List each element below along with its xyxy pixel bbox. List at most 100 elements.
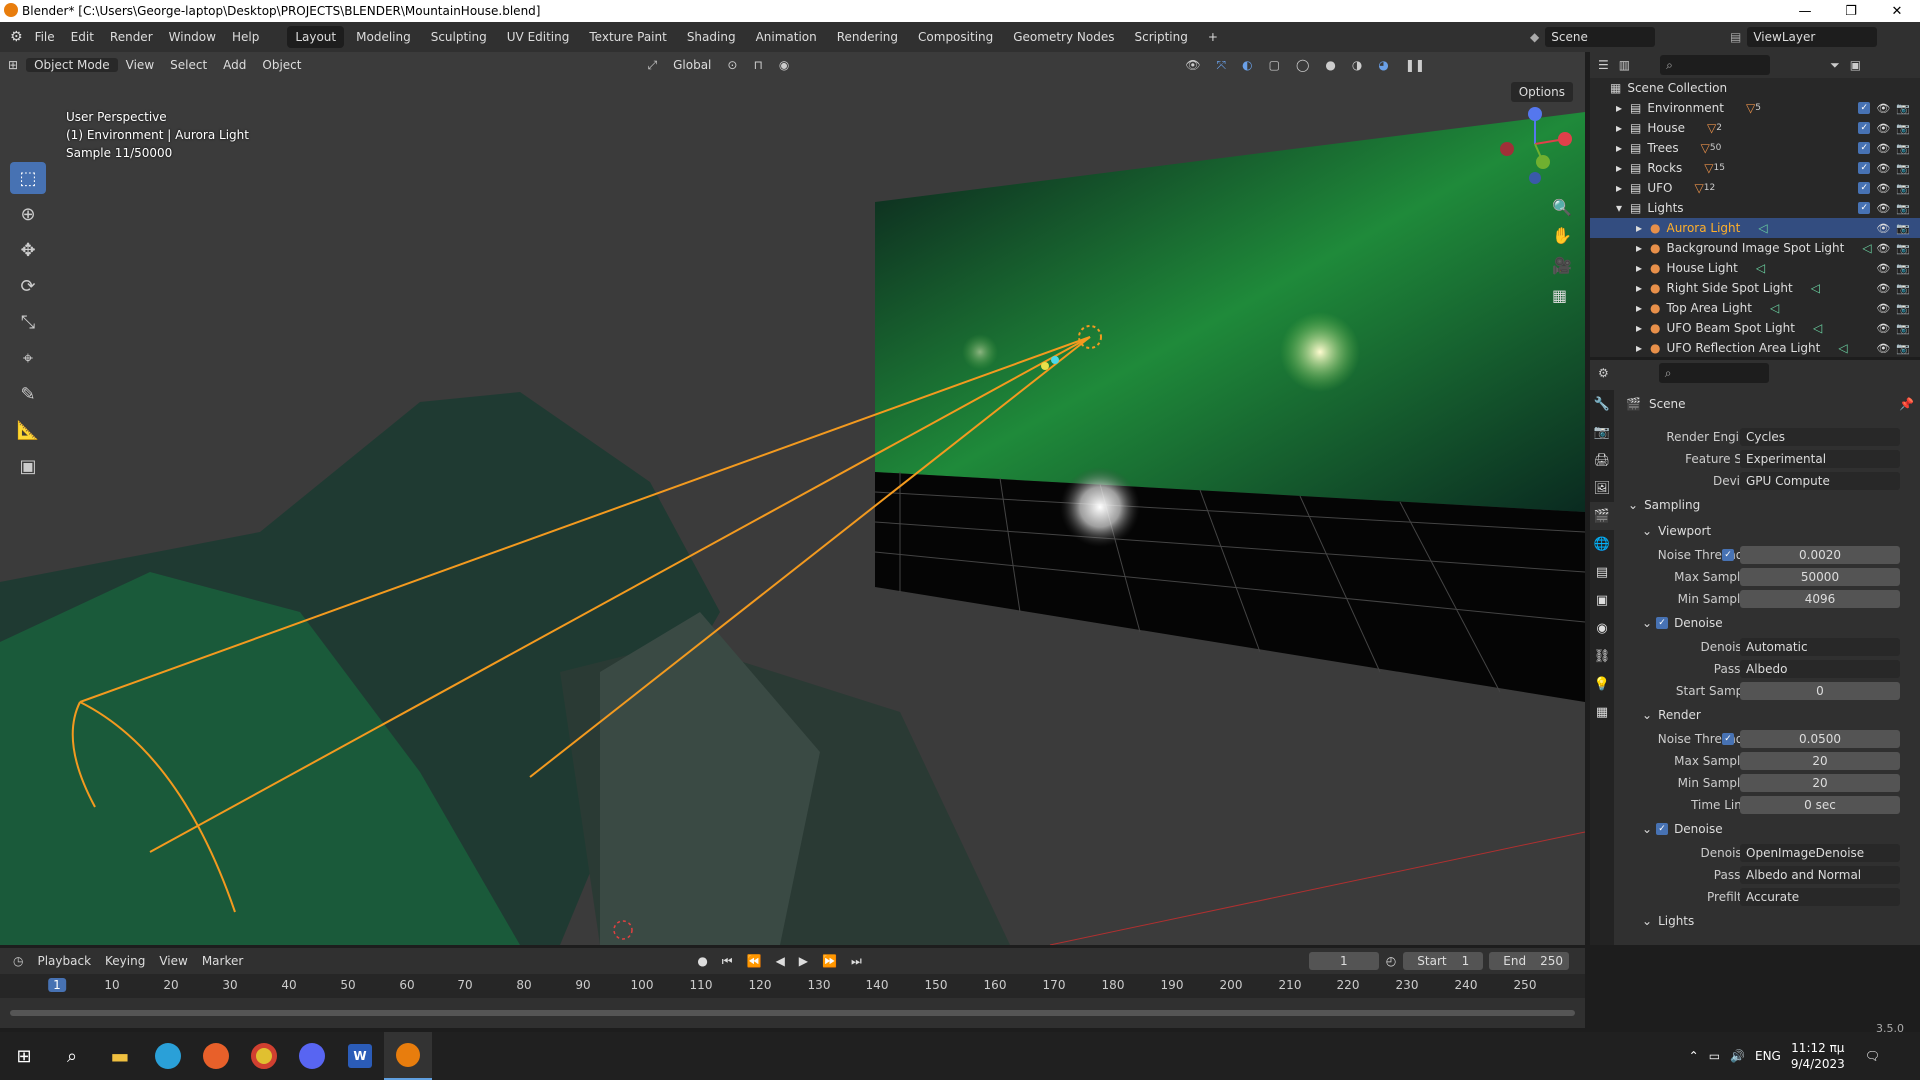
timeline-scrollbar[interactable] xyxy=(10,1010,1575,1016)
sampling-panel-header[interactable]: ⌄ Sampling xyxy=(1620,492,1920,518)
menu-window[interactable]: Window xyxy=(161,30,224,44)
shading-material-icon[interactable]: ◑ xyxy=(1344,58,1370,72)
viewport-menu-view[interactable]: View xyxy=(118,58,162,72)
properties-search-input[interactable]: ⌕ xyxy=(1658,363,1769,383)
vp-denoise-checkbox[interactable]: ✓ xyxy=(1656,617,1669,629)
exclude-checkbox[interactable]: ✓ xyxy=(1858,181,1871,194)
object-tab-icon[interactable]: ▣ xyxy=(1590,586,1614,614)
tab-texture-paint[interactable]: Texture Paint xyxy=(581,26,674,48)
properties-editor-icon[interactable]: ⚙ xyxy=(1598,366,1609,380)
camera-icon[interactable]: 📷 xyxy=(1896,242,1910,255)
transform-tool[interactable]: ⌖ xyxy=(10,342,46,374)
blender-taskbar-icon[interactable] xyxy=(384,1032,432,1080)
timeline-editor-icon[interactable]: ◷ xyxy=(6,954,30,968)
annotate-tool[interactable]: ✎ xyxy=(10,378,46,410)
expand-arrow-icon[interactable]: ▸ xyxy=(1636,321,1650,335)
end-frame-field[interactable]: End 250 xyxy=(1489,952,1570,970)
pin-icon[interactable]: 📌 xyxy=(1899,397,1914,411)
tab-compositing[interactable]: Compositing xyxy=(910,26,1001,48)
collection-tab-icon[interactable]: ▤ xyxy=(1590,558,1614,586)
vp-start-sample-field[interactable]: 0 xyxy=(1740,682,1900,700)
tab-sculpting[interactable]: Sculpting xyxy=(423,26,495,48)
outliner-editor-icon[interactable]: ☰ xyxy=(1598,58,1609,72)
vp-min-samples-field[interactable]: 4096 xyxy=(1740,590,1900,608)
gizmo-icon[interactable]: ⤧ xyxy=(1209,58,1235,73)
r-noise-checkbox[interactable]: ✓ xyxy=(1722,733,1734,745)
timeline-menu-keying[interactable]: Keying xyxy=(98,954,152,968)
outliner-row-lights[interactable]: ▾ ▤ Lights ✓ 👁 📷 xyxy=(1590,198,1920,218)
render-subpanel-header[interactable]: ⌄ Render xyxy=(1620,702,1920,728)
constraints-tab-icon[interactable]: ⛓ xyxy=(1590,642,1614,670)
expand-arrow-icon[interactable]: ▸ xyxy=(1616,181,1630,195)
tray-chevron-icon[interactable]: ⌃ xyxy=(1689,1049,1699,1063)
eye-icon[interactable]: 👁 xyxy=(1876,342,1890,355)
viewport-menu-add[interactable]: Add xyxy=(215,58,254,72)
vp-noise-checkbox[interactable]: ✓ xyxy=(1722,549,1734,561)
proportional-edit-icon[interactable]: ◉ xyxy=(771,58,797,72)
camera-icon[interactable]: 📷 xyxy=(1896,182,1910,195)
feature-set-dropdown[interactable]: Experimental xyxy=(1740,450,1900,468)
measure-tool[interactable]: 📐 xyxy=(10,414,46,446)
menu-file[interactable]: File xyxy=(27,30,63,44)
tab-scripting[interactable]: Scripting xyxy=(1126,26,1195,48)
outliner-search-input[interactable]: ⌕ xyxy=(1660,55,1771,75)
exclude-checkbox[interactable]: ✓ xyxy=(1858,161,1871,174)
clock[interactable]: 11:12 πμ 9/4/2023 xyxy=(1791,1040,1845,1072)
eye-icon[interactable]: 👁 xyxy=(1876,122,1890,135)
eye-icon[interactable]: 👁 xyxy=(1876,202,1890,215)
visibility-icon[interactable]: 👁 xyxy=(1177,58,1208,72)
jump-end-icon[interactable]: ⏭ xyxy=(844,954,869,969)
tab-geometry-nodes[interactable]: Geometry Nodes xyxy=(1005,26,1122,48)
r-min-samples-field[interactable]: 20 xyxy=(1740,774,1900,792)
r-denoise-checkbox[interactable]: ✓ xyxy=(1656,823,1669,835)
r-noise-field[interactable]: 0.0500 xyxy=(1740,730,1900,748)
outliner-row-ufo[interactable]: ▸ ▤ UFO ▽ 12 ✓ 👁 📷 xyxy=(1590,178,1920,198)
minimize-button[interactable]: — xyxy=(1782,0,1828,22)
play-reverse-icon[interactable]: ◀ xyxy=(769,954,792,968)
r-passes-dropdown[interactable]: Albedo and Normal xyxy=(1740,866,1900,884)
notification-icon[interactable]: 🗨 xyxy=(1865,1049,1880,1063)
r-time-limit-field[interactable]: 0 sec xyxy=(1740,796,1900,814)
maximize-button[interactable]: ❐ xyxy=(1828,0,1874,22)
tab-uv-editing[interactable]: UV Editing xyxy=(499,26,578,48)
device-dropdown[interactable]: GPU Compute xyxy=(1740,472,1900,490)
vp-passes-dropdown[interactable]: Albedo xyxy=(1740,660,1900,678)
expand-arrow-icon[interactable]: ▸ xyxy=(1636,341,1650,355)
volume-icon[interactable]: 🔊 xyxy=(1730,1049,1745,1063)
camera-icon[interactable]: 📷 xyxy=(1896,162,1910,175)
file-explorer-icon[interactable]: ▬ xyxy=(96,1032,144,1080)
exclude-checkbox[interactable]: ✓ xyxy=(1858,101,1871,114)
shading-rendered-icon[interactable]: ◕ xyxy=(1370,58,1396,72)
exclude-checkbox[interactable]: ✓ xyxy=(1858,121,1871,134)
lights-subpanel-header[interactable]: ⌄ Lights xyxy=(1620,908,1920,934)
r-denoiser-dropdown[interactable]: OpenImageDenoise xyxy=(1740,844,1900,862)
expand-arrow-icon[interactable]: ▸ xyxy=(1616,121,1630,135)
close-button[interactable]: ✕ xyxy=(1874,0,1920,22)
tool-tab-icon[interactable]: 🔧 xyxy=(1590,390,1614,418)
camera-icon[interactable]: 📷 xyxy=(1896,342,1910,355)
prev-keyframe-icon[interactable]: ⏪ xyxy=(740,954,769,968)
vp-denoise-header[interactable]: ⌄ ✓ Denoise xyxy=(1620,610,1920,636)
world-tab-icon[interactable]: 🌐 xyxy=(1590,530,1614,558)
r-prefilter-dropdown[interactable]: Accurate xyxy=(1740,888,1900,906)
shading-wireframe-icon[interactable]: ◯ xyxy=(1288,58,1317,72)
vp-noise-field[interactable]: 0.0020 xyxy=(1740,546,1900,564)
outliner-row-aurora-light[interactable]: ▸ ● Aurora Light ◁ 👁 📷 xyxy=(1590,218,1920,238)
editor-type-icon[interactable]: ⊞ xyxy=(0,58,26,72)
tab-layout[interactable]: Layout xyxy=(287,26,345,48)
view-layer-field[interactable]: ViewLayer xyxy=(1747,27,1878,47)
current-frame-field[interactable]: 1 xyxy=(1308,952,1379,970)
outliner-row-rocks[interactable]: ▸ ▤ Rocks ▽ 15 ✓ 👁 📷 xyxy=(1590,158,1920,178)
tab-animation[interactable]: Animation xyxy=(748,26,825,48)
expand-arrow-icon[interactable]: ▸ xyxy=(1616,101,1630,115)
outliner-row-background-spot-light[interactable]: ▸ ● Background Image Spot Light ◁ 👁 📷 xyxy=(1590,238,1920,258)
tab-modeling[interactable]: Modeling xyxy=(348,26,419,48)
vp-max-samples-field[interactable]: 50000 xyxy=(1740,568,1900,586)
camera-icon[interactable]: 📷 xyxy=(1896,202,1910,215)
eye-icon[interactable]: 👁 xyxy=(1876,162,1890,175)
eye-icon[interactable]: 👁 xyxy=(1876,102,1890,115)
outliner-row-trees[interactable]: ▸ ▤ Trees ▽ 50 ✓ 👁 📷 xyxy=(1590,138,1920,158)
start-button[interactable]: ⊞ xyxy=(0,1032,48,1080)
eye-icon[interactable]: 👁 xyxy=(1876,222,1890,235)
cursor-tool[interactable]: ⊕ xyxy=(10,198,46,230)
